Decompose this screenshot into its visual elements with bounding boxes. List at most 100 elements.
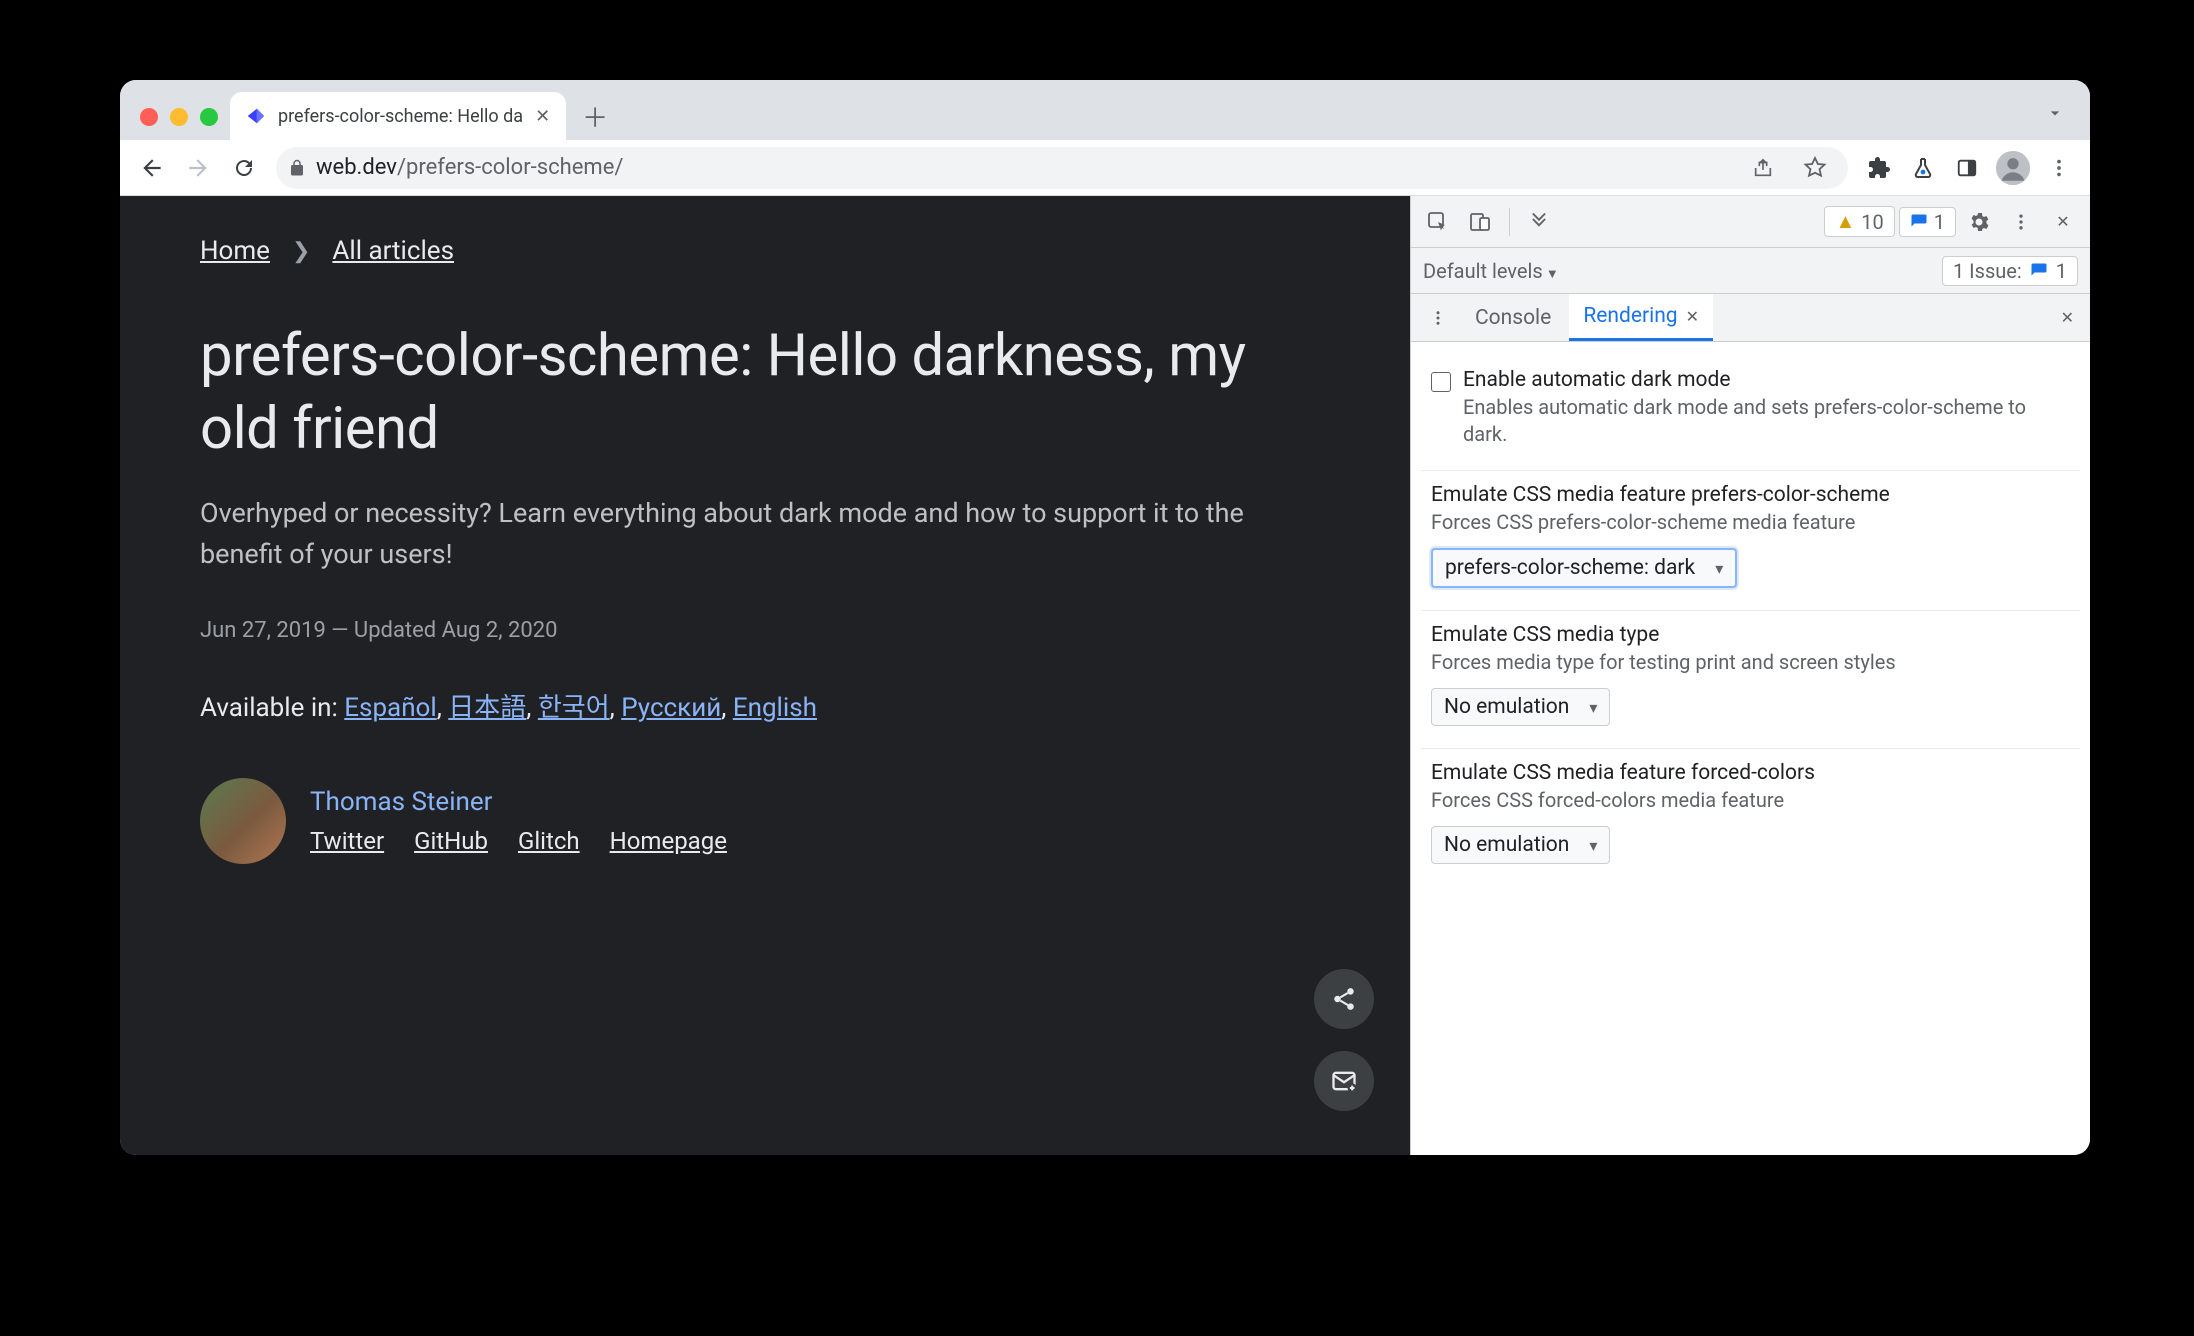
forcedcolors-desc: Forces CSS forced-colors media feature — [1431, 787, 2070, 814]
author-info: Thomas Steiner Twitter GitHub Glitch Hom… — [310, 787, 727, 855]
warnings-badge[interactable]: ▲ 10 — [1824, 206, 1894, 237]
new-tab-button[interactable]: ＋ — [574, 95, 616, 137]
issues-badge[interactable]: 1 Issue: 1 — [1942, 256, 2078, 286]
chevron-right-icon: ❯ — [292, 239, 310, 264]
labs-icon[interactable] — [1902, 147, 1944, 189]
article-pane: Home ❯ All articles prefers-color-scheme… — [120, 196, 1410, 1155]
more-panels-icon[interactable] — [1520, 203, 1558, 241]
issues-label: 1 Issue: — [1953, 259, 2022, 283]
author-avatar — [200, 778, 286, 864]
pcs-select-value: prefers-color-scheme: dark — [1445, 556, 1695, 580]
author-name[interactable]: Thomas Steiner — [310, 787, 727, 817]
settings-gear-icon[interactable] — [1960, 203, 1998, 241]
author-link[interactable]: Glitch — [518, 827, 580, 855]
auto-dark-desc: Enables automatic dark mode and sets pre… — [1463, 394, 2070, 448]
breadcrumbs: Home ❯ All articles — [200, 236, 1330, 266]
info-badge[interactable]: 1 — [1899, 207, 1956, 237]
section-prefers-color-scheme: Emulate CSS media feature prefers-color-… — [1421, 471, 2080, 611]
article-title: prefers-color-scheme: Hello darkness, my… — [200, 320, 1330, 465]
lang-link[interactable]: 한국어 — [538, 693, 610, 723]
devtools-drawer-tabs: Console Rendering ✕ ✕ — [1411, 294, 2090, 342]
author-link[interactable]: GitHub — [414, 827, 488, 855]
info-icon — [1910, 213, 1928, 231]
mediatype-label: Emulate CSS media type — [1431, 623, 2070, 647]
tab-close-button[interactable]: ✕ — [533, 104, 552, 129]
tab-favicon — [244, 104, 268, 128]
lang-link[interactable]: 日本語 — [448, 693, 526, 723]
devtools-toolbar: ▲ 10 1 ✕ — [1411, 196, 2090, 248]
content-row: Home ❯ All articles prefers-color-scheme… — [120, 196, 2090, 1155]
forcedcolors-select[interactable]: No emulation — [1431, 826, 1610, 864]
breadcrumb-home[interactable]: Home — [200, 236, 270, 266]
share-icon[interactable] — [1742, 147, 1784, 189]
pcs-label: Emulate CSS media feature prefers-color-… — [1431, 483, 2070, 507]
device-toolbar-icon[interactable] — [1461, 203, 1499, 241]
issues-count: 1 — [2056, 259, 2067, 283]
mediatype-select[interactable]: No emulation — [1431, 688, 1610, 726]
close-window-button[interactable] — [140, 108, 158, 126]
tab-title: prefers-color-scheme: Hello da — [278, 106, 523, 127]
pcs-desc: Forces CSS prefers-color-scheme media fe… — [1431, 509, 2070, 536]
mediatype-select-value: No emulation — [1444, 695, 1569, 719]
info-count: 1 — [1934, 210, 1945, 234]
url-text: web.dev/prefers-color-scheme/ — [316, 155, 623, 180]
section-media-type: Emulate CSS media type Forces media type… — [1421, 611, 2080, 749]
back-button[interactable] — [130, 146, 174, 190]
tab-close-icon[interactable]: ✕ — [1686, 307, 1699, 326]
language-lead: Available in: — [200, 693, 344, 723]
auto-dark-label: Enable automatic dark mode — [1463, 368, 2070, 392]
lang-link[interactable]: Русский — [621, 693, 721, 723]
forward-button[interactable] — [176, 146, 220, 190]
article-date: Jun 27, 2019 — Updated Aug 2, 2020 — [200, 618, 1330, 643]
mediatype-desc: Forces media type for testing print and … — [1431, 649, 2070, 676]
devtools-console-filter-row: Default levels 1 Issue: 1 — [1411, 248, 2090, 294]
breadcrumb-all-articles[interactable]: All articles — [332, 236, 454, 266]
warning-icon: ▲ — [1835, 209, 1855, 234]
maximize-window-button[interactable] — [200, 108, 218, 126]
floating-actions — [1314, 969, 1374, 1111]
browser-tab[interactable]: prefers-color-scheme: Hello da ✕ — [230, 92, 566, 140]
browser-toolbar: web.dev/prefers-color-scheme/ — [120, 140, 2090, 196]
author-link[interactable]: Twitter — [310, 827, 384, 855]
log-levels-dropdown[interactable]: Default levels — [1423, 259, 1559, 283]
lang-link[interactable]: English — [733, 693, 817, 723]
console-tab[interactable]: Console — [1461, 296, 1565, 340]
minimize-window-button[interactable] — [170, 108, 188, 126]
bookmark-star-icon[interactable] — [1794, 147, 1836, 189]
reload-button[interactable] — [222, 146, 266, 190]
warnings-count: 10 — [1861, 210, 1883, 234]
author-links: Twitter GitHub Glitch Homepage — [310, 827, 727, 855]
share-button[interactable] — [1314, 969, 1374, 1029]
subscribe-button[interactable] — [1314, 1051, 1374, 1111]
forcedcolors-select-value: No emulation — [1444, 833, 1569, 857]
rendering-tab[interactable]: Rendering ✕ — [1569, 294, 1713, 341]
address-bar[interactable]: web.dev/prefers-color-scheme/ — [276, 147, 1848, 189]
author-link[interactable]: Homepage — [610, 827, 727, 855]
window-controls — [134, 108, 230, 140]
issue-icon — [2030, 262, 2048, 280]
browser-window: prefers-color-scheme: Hello da ✕ ＋ web.d… — [120, 80, 2090, 1155]
inspect-element-icon[interactable] — [1419, 203, 1457, 241]
devtools-panel: ▲ 10 1 ✕ Default levels — [1410, 196, 2090, 1155]
devtools-close-icon[interactable]: ✕ — [2044, 203, 2082, 241]
chrome-menu-button[interactable] — [2038, 147, 2080, 189]
section-auto-dark: Enable automatic dark mode Enables autom… — [1421, 356, 2080, 471]
author-row: Thomas Steiner Twitter GitHub Glitch Hom… — [200, 778, 1330, 864]
forcedcolors-label: Emulate CSS media feature forced-colors — [1431, 761, 2070, 785]
section-forced-colors: Emulate CSS media feature forced-colors … — [1421, 749, 2080, 886]
drawer-menu-icon[interactable] — [1419, 299, 1457, 337]
lock-icon — [288, 159, 306, 177]
side-panel-icon[interactable] — [1946, 147, 1988, 189]
pcs-select[interactable]: prefers-color-scheme: dark — [1431, 548, 1737, 588]
devtools-menu-icon[interactable] — [2002, 203, 2040, 241]
extensions-icon[interactable] — [1858, 147, 1900, 189]
auto-dark-checkbox[interactable] — [1431, 372, 1451, 392]
tab-strip: prefers-color-scheme: Hello da ✕ ＋ — [120, 80, 2090, 140]
lang-link[interactable]: Español — [344, 693, 436, 723]
article-subtitle: Overhyped or necessity? Learn everything… — [200, 493, 1330, 574]
drawer-close-icon[interactable]: ✕ — [2053, 300, 2082, 335]
profile-avatar-button[interactable] — [1996, 151, 2030, 185]
language-list: Available in: Español, 日本語, 한국어, Русский… — [200, 687, 1330, 724]
rendering-panel-body: Enable automatic dark mode Enables autom… — [1411, 342, 2090, 1155]
tabs-dropdown-button[interactable] — [2034, 92, 2076, 134]
